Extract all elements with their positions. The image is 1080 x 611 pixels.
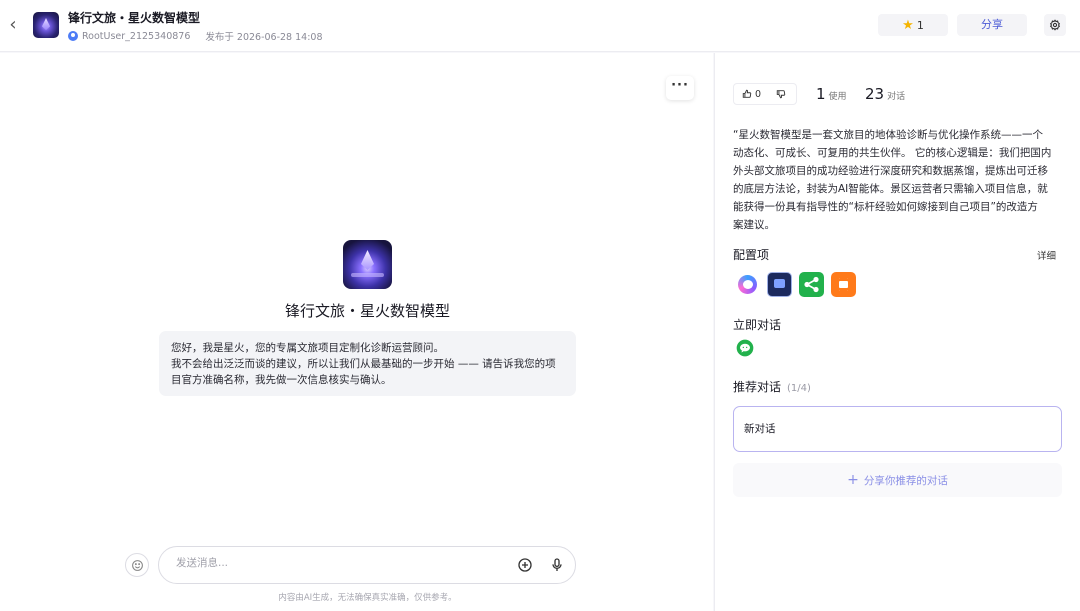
- info-panel: 0 1 使用 23 对话 “星火数智模型是一套文旅目的地体验诊断与优化操作系统—…: [714, 53, 1080, 611]
- emoji-button[interactable]: [125, 553, 149, 577]
- knowledge-plugin-icon[interactable]: [767, 272, 792, 297]
- message-input-box: [158, 546, 576, 584]
- share-nodes-icon: [804, 276, 819, 293]
- thumbs-up-icon: [742, 89, 752, 98]
- description-line: “星火数智模型是一套文旅目的地体验诊断与优化操作系统——一个: [733, 129, 1043, 141]
- share-button[interactable]: 分享: [957, 14, 1027, 36]
- plus-icon: +: [847, 472, 859, 488]
- like-button[interactable]: 0: [734, 89, 770, 100]
- user-icon: [68, 31, 78, 41]
- description-line: 外头部文旅项目的成功经验进行深度研究和数据蒸馏，提炼出可迁移: [733, 165, 1048, 177]
- like-count: 0: [755, 88, 762, 100]
- page-title: 锋行文旅・星火数智模型: [68, 11, 201, 25]
- chevron-left-icon[interactable]: ‹: [4, 14, 22, 36]
- model-plugin-icon[interactable]: [735, 272, 760, 297]
- share-recommend-label: 分享你推荐的对话: [863, 475, 948, 487]
- author-name[interactable]: RootUser_2125340876: [82, 31, 190, 42]
- add-circle-icon[interactable]: [517, 557, 533, 573]
- config-icons: [735, 272, 856, 297]
- settings-button[interactable]: [1044, 14, 1066, 36]
- description-line: 的底层方法论，封装为AI智能体。景区运营者只需输入项目信息，就: [733, 183, 1048, 195]
- microphone-icon[interactable]: [549, 557, 565, 573]
- favorite-button[interactable]: ★ 1: [878, 14, 948, 36]
- message-input[interactable]: [176, 557, 496, 569]
- author-line: RootUser_2125340876 发布于 2026-06-28 14:08: [68, 29, 323, 43]
- bot-description: “星火数智模型是一套文旅目的地体验诊断与优化操作系统——一个 动态化、可成长、可…: [733, 126, 1063, 234]
- bot-avatar: [343, 240, 392, 289]
- recommend-count: (1/4): [787, 383, 811, 394]
- uses-label: 使用: [828, 92, 847, 102]
- thumbs-down-icon: [776, 90, 786, 99]
- top-bar: ‹ 锋行文旅・星火数智模型 RootUser_2125340876 发布于 20…: [0, 0, 1080, 52]
- publish-time: 发布于 2026-06-28 14:08: [205, 32, 323, 43]
- more-options-button[interactable]: ···: [666, 76, 694, 100]
- dislike-button[interactable]: [770, 89, 786, 99]
- chats-stat: 23 对话: [865, 85, 905, 103]
- document-plugin-icon[interactable]: [831, 272, 856, 297]
- rating-box: 0: [733, 83, 797, 105]
- recommend-title: 推荐对话 (1/4): [733, 378, 811, 395]
- description-line: 动态化、可成长、可复用的共生伙伴。 它的核心逻辑是：我们把国内: [733, 147, 1052, 159]
- chats-count: 23: [865, 85, 885, 103]
- description-line: 案建议。: [733, 219, 775, 231]
- bot-avatar-small: [33, 12, 59, 38]
- uses-count: 1: [816, 85, 826, 103]
- star-icon: ★: [902, 17, 914, 33]
- config-detail-link[interactable]: 详细: [1037, 248, 1056, 262]
- greeting-message: 您好，我是星火，您的专属文旅项目定制化诊断运营顾问。 我不会给出泛泛而谈的建议，…: [159, 331, 576, 396]
- wechat-icon[interactable]: [735, 338, 755, 358]
- chat-area: ··· 锋行文旅・星火数智模型 您好，我是星火，您的专属文旅项目定制化诊断运营顾…: [0, 53, 713, 611]
- workflow-plugin-icon[interactable]: [799, 272, 824, 297]
- greeting-line: 我不会给出泛泛而谈的建议，所以让我们从最基础的一步开始 —— 请告诉我您的项: [171, 358, 556, 370]
- favorite-count: 1: [916, 18, 924, 32]
- recommend-title-text: 推荐对话: [733, 380, 782, 394]
- share-recommend-button[interactable]: + 分享你推荐的对话: [733, 463, 1062, 497]
- chats-label: 对话: [887, 92, 906, 102]
- instant-chat-title: 立即对话: [733, 318, 782, 332]
- greeting-line: 您好，我是星火，您的专属文旅项目定制化诊断运营顾问。: [171, 342, 444, 354]
- new-chat-card[interactable]: 新对话: [733, 406, 1062, 452]
- config-title: 配置项: [733, 248, 770, 262]
- gear-icon: [1049, 19, 1061, 31]
- smile-icon: [131, 559, 143, 571]
- bot-name: 锋行文旅・星火数智模型: [284, 302, 450, 320]
- greeting-line: 目官方准确名称，我先做一次信息核实与确认。: [171, 374, 392, 386]
- description-line: 能获得一份具有指导性的“标杆经验如何嫁接到自己项目”的改造方: [733, 201, 1038, 213]
- uses-stat: 1 使用: [816, 85, 847, 103]
- ai-disclaimer: 内容由AI生成，无法确保真实准确，仅供参考。: [278, 593, 457, 603]
